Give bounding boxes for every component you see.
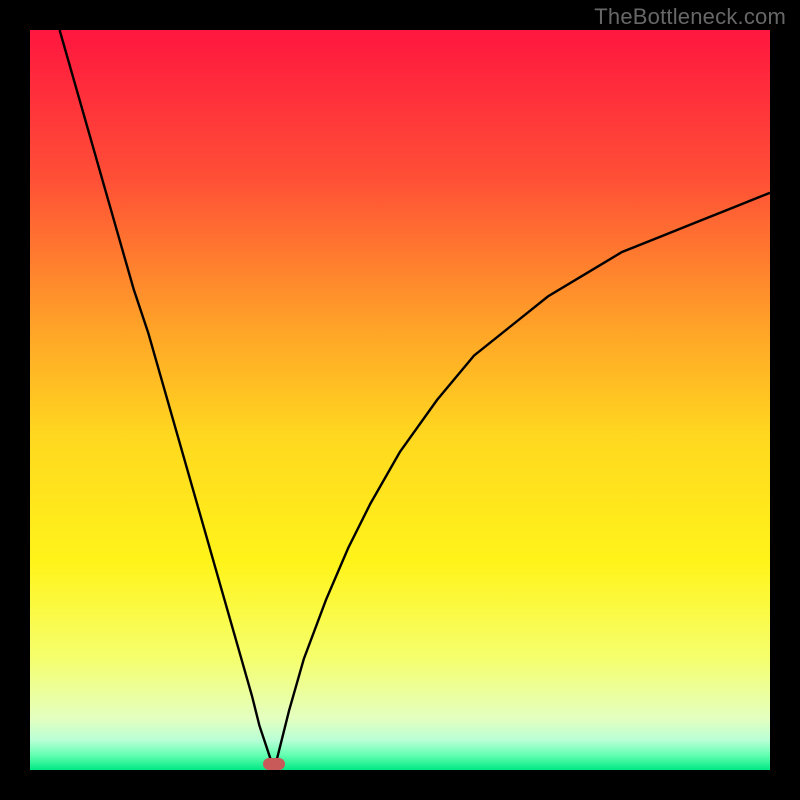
optimal-marker [263, 758, 285, 770]
plot-area [30, 30, 770, 770]
watermark-text: TheBottleneck.com [594, 4, 786, 30]
chart-container: TheBottleneck.com [0, 0, 800, 800]
curve-path [60, 30, 770, 770]
bottleneck-curve [30, 30, 770, 770]
